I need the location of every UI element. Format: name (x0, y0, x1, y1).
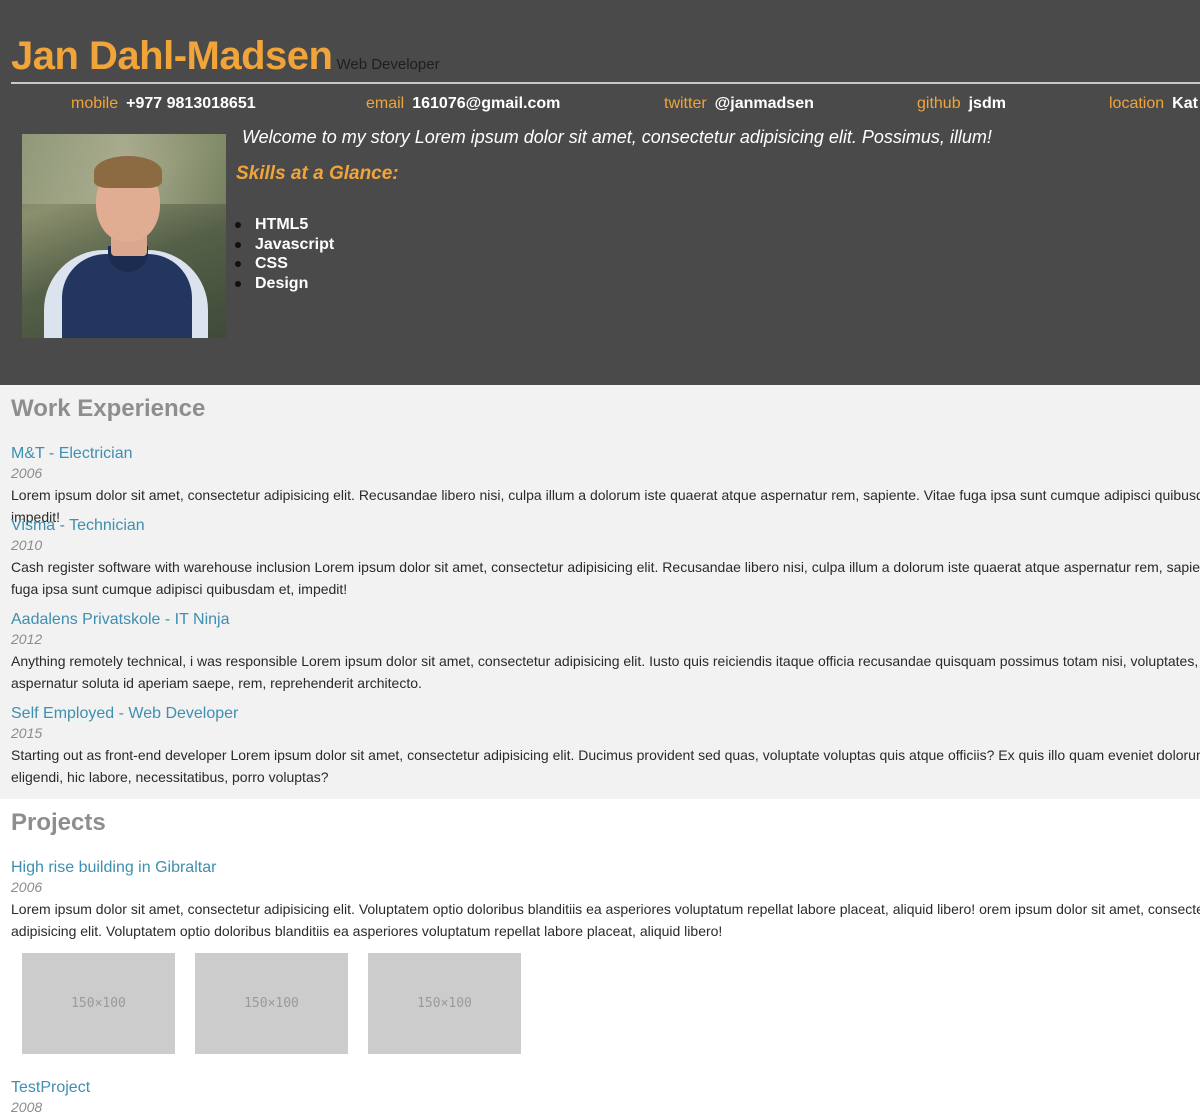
project-entry: High rise building in Gibraltar 2006 Lor… (11, 859, 1200, 942)
work-entry-title[interactable]: Visma - Technician (11, 517, 1200, 535)
contact-email: email 161076@gmail.com (366, 95, 560, 113)
work-entry-description: Anything remotely technical, i was respo… (11, 653, 1200, 691)
projects-section: Projects High rise building in Gibraltar… (0, 799, 1200, 1118)
intro-text: Welcome to my story Lorem ipsum dolor si… (242, 127, 992, 147)
work-entry-description: Cash register software with warehouse in… (11, 559, 1200, 597)
contact-github: github jsdm (917, 95, 1006, 113)
skill-item: HTML5 (234, 215, 334, 235)
work-entry-year: 2012 (11, 631, 43, 647)
person-role: Web Developer (336, 56, 440, 73)
contact-twitter: twitter @janmadsen (664, 95, 814, 113)
contact-mobile: mobile +977 9813018651 (71, 95, 256, 113)
profile-photo (22, 134, 226, 338)
person-name: Jan Dahl-Madsen (11, 34, 333, 78)
project-entry-year: 2008 (11, 1099, 43, 1115)
contact-mobile-value[interactable]: +977 9813018651 (126, 95, 255, 112)
project-entry-year: 2006 (11, 879, 43, 895)
skill-item: Javascript (234, 235, 335, 253)
profile-header: Jan Dahl-Madsen Web Developer mobile +977 … (0, 0, 1200, 385)
skills-list: HTML5 Javascript CSS Design (234, 215, 335, 294)
contact-email-label: email (366, 95, 405, 112)
contact-github-value[interactable]: jsdm (969, 95, 1006, 112)
contact-twitter-value[interactable]: @janmadsen (715, 95, 814, 112)
work-entry: M&T - Electrician 2006 Lorem ipsum dolor… (11, 445, 1200, 528)
project-entry-title[interactable]: High rise building in Gibraltar (11, 859, 1200, 877)
work-entry-description: Starting out as front-end developer Lore… (11, 747, 1200, 785)
work-entry-title[interactable]: Self Employed - Web Developer (11, 705, 1200, 723)
contact-email-value[interactable]: 161076@gmail.com (412, 95, 560, 112)
skills-heading: Skills at a Glance: (236, 163, 399, 184)
project-entry-description: Lorem ipsum dolor sit amet, consectetur … (11, 901, 1200, 939)
contact-location-label: location (1109, 95, 1165, 112)
project-thumbnail[interactable]: 150×100 (22, 953, 175, 1054)
work-entry-title[interactable]: Aadalens Privatskole - IT Ninja (11, 611, 1200, 629)
projects-heading: Projects (11, 809, 106, 836)
project-entry-title[interactable]: TestProject (11, 1079, 1200, 1097)
contact-twitter-label: twitter (664, 95, 707, 112)
work-entry: Self Employed - Web Developer 2015 Start… (11, 705, 1200, 788)
contact-bar: mobile +977 9813018651 email 161076@gmail.… (0, 95, 1200, 115)
work-entry-year: 2015 (11, 725, 43, 741)
work-experience-section: Work Experience M&T - Electrician 2006 L… (0, 385, 1200, 799)
work-entry: Visma - Technician 2010 Cash register so… (11, 517, 1200, 600)
project-thumbnail[interactable]: 150×100 (368, 953, 521, 1054)
contact-github-label: github (917, 95, 961, 112)
name-row: Jan Dahl-Madsen Web Developer (11, 34, 440, 79)
contact-location: location Kat (1109, 95, 1198, 113)
skill-item: CSS (234, 254, 334, 274)
project-entry: TestProject 2008 (11, 1079, 1200, 1116)
project-thumbnail[interactable]: 150×100 (195, 953, 348, 1054)
work-entry-year: 2006 (11, 465, 43, 481)
contact-location-value: Kat (1172, 95, 1198, 112)
header-divider (11, 82, 1200, 84)
work-entry: Aadalens Privatskole - IT Ninja 2012 Any… (11, 611, 1200, 694)
skill-item: Design (234, 274, 334, 294)
contact-mobile-label: mobile (71, 95, 119, 112)
work-experience-heading: Work Experience (11, 395, 206, 422)
work-entry-title[interactable]: M&T - Electrician (11, 445, 1200, 463)
work-entry-year: 2010 (11, 537, 43, 553)
